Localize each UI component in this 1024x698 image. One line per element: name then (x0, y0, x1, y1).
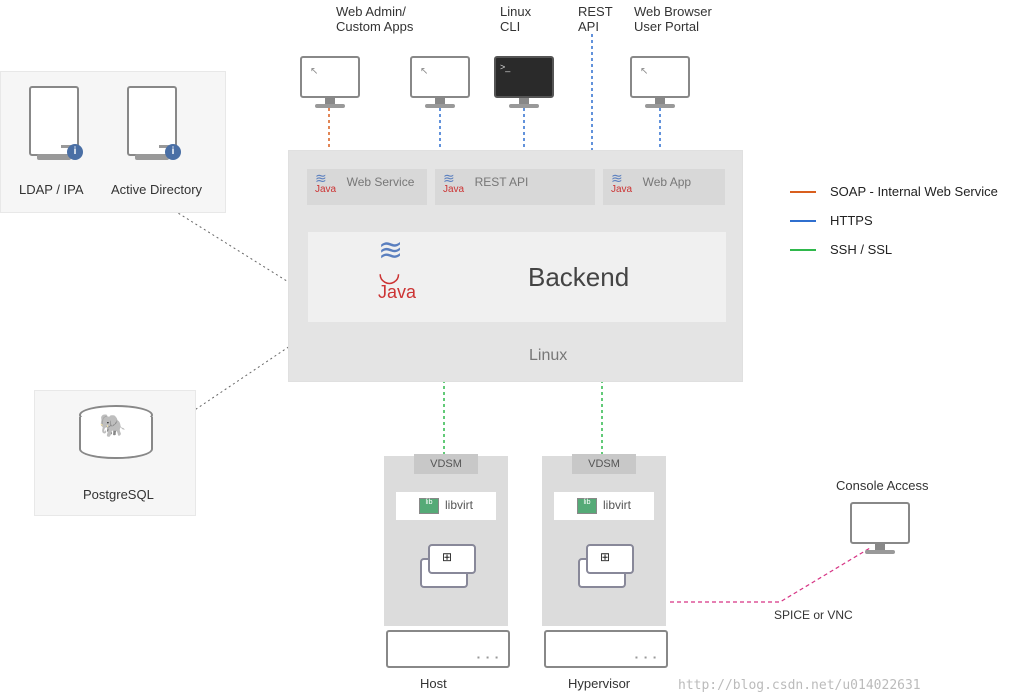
label-ad: Active Directory (111, 182, 202, 197)
libvirt-icon: lib (577, 498, 597, 514)
label-host-2: Hypervisor (568, 676, 630, 691)
prompt-icon: >_ (500, 62, 510, 72)
monitor-console (850, 502, 910, 552)
server-ldap: i (29, 86, 79, 156)
info-icon: i (165, 144, 181, 160)
label-linux-cli: Linux CLI (500, 4, 531, 34)
label-backend: Backend (528, 262, 629, 293)
libvirt-icon: lib (419, 498, 439, 514)
label-browser: Web Browser User Portal (634, 4, 712, 34)
legend-ssh: SSH / SSL (790, 242, 998, 257)
vdsm-bar: VDSM (414, 454, 478, 474)
phys-host-2: ▪ ▪ ▪ (544, 630, 668, 668)
java-icon: ≋Java (611, 173, 632, 195)
backend-box: ≋◡Java Backend (307, 231, 727, 323)
pill-restapi: ≋Java REST API (435, 169, 595, 205)
backend-container: ≋Java Web Service ≋Java REST API ≋Java W… (288, 150, 743, 382)
swatch-https (790, 220, 816, 222)
label-webservice: Web Service (347, 175, 415, 189)
host-2: VDSM liblibvirt ⊞ (542, 456, 666, 626)
label-webadmin: Web Admin/ Custom Apps (336, 4, 413, 34)
vdsm-bar: VDSM (572, 454, 636, 474)
terminal-linux-cli: >_ (494, 56, 554, 106)
label-restapi: REST API (475, 175, 529, 189)
libvirt-bar: liblibvirt (396, 492, 496, 520)
windows-icon: ⊞ (442, 550, 452, 564)
info-icon: i (67, 144, 83, 160)
label-host-1: Host (420, 676, 447, 691)
db-postgresql: 🐘 (79, 405, 149, 461)
phys-host-1: ▪ ▪ ▪ (386, 630, 510, 668)
java-icon: ≋Java (443, 173, 464, 195)
elephant-icon: 🐘 (99, 413, 126, 439)
db-panel: 🐘 PostgreSQL (34, 390, 196, 516)
pill-webapp: ≋Java Web App (603, 169, 725, 205)
watermark: http://blog.csdn.net/u014022631 (678, 678, 921, 693)
swatch-soap (790, 191, 816, 193)
java-icon: ≋◡Java (378, 240, 416, 303)
libvirt-bar: liblibvirt (554, 492, 654, 520)
server-ad: i (127, 86, 177, 156)
java-icon: ≋Java (315, 173, 336, 195)
label-rest-api: REST API (578, 4, 613, 34)
swatch-ssh (790, 249, 816, 251)
label-webapp: Web App (643, 175, 691, 189)
label-linux: Linux (529, 347, 567, 365)
legend: SOAP - Internal Web Service HTTPS SSH / … (790, 184, 998, 271)
cursor-icon: ↖ (310, 66, 318, 77)
label-ldap: LDAP / IPA (19, 182, 84, 197)
vm-stack: ⊞ (578, 544, 634, 588)
host-1: VDSM liblibvirt ⊞ (384, 456, 508, 626)
architecture-diagram: Web Admin/ Custom Apps Linux CLI REST AP… (0, 0, 1024, 698)
cursor-icon: ↖ (420, 66, 428, 77)
pill-webservice: ≋Java Web Service (307, 169, 427, 205)
auth-panel: i i LDAP / IPA Active Directory (0, 71, 226, 213)
label-console: Console Access (836, 478, 929, 493)
label-spice: SPICE or VNC (774, 608, 853, 622)
windows-icon: ⊞ (600, 550, 610, 564)
monitor-browser: ↖ (630, 56, 690, 106)
vm-stack: ⊞ (420, 544, 476, 588)
cursor-icon: ↖ (640, 66, 648, 77)
label-pg: PostgreSQL (83, 487, 154, 502)
legend-soap: SOAP - Internal Web Service (790, 184, 998, 199)
legend-https: HTTPS (790, 213, 998, 228)
monitor-customapp: ↖ (410, 56, 470, 106)
monitor-webadmin: ↖ (300, 56, 360, 106)
